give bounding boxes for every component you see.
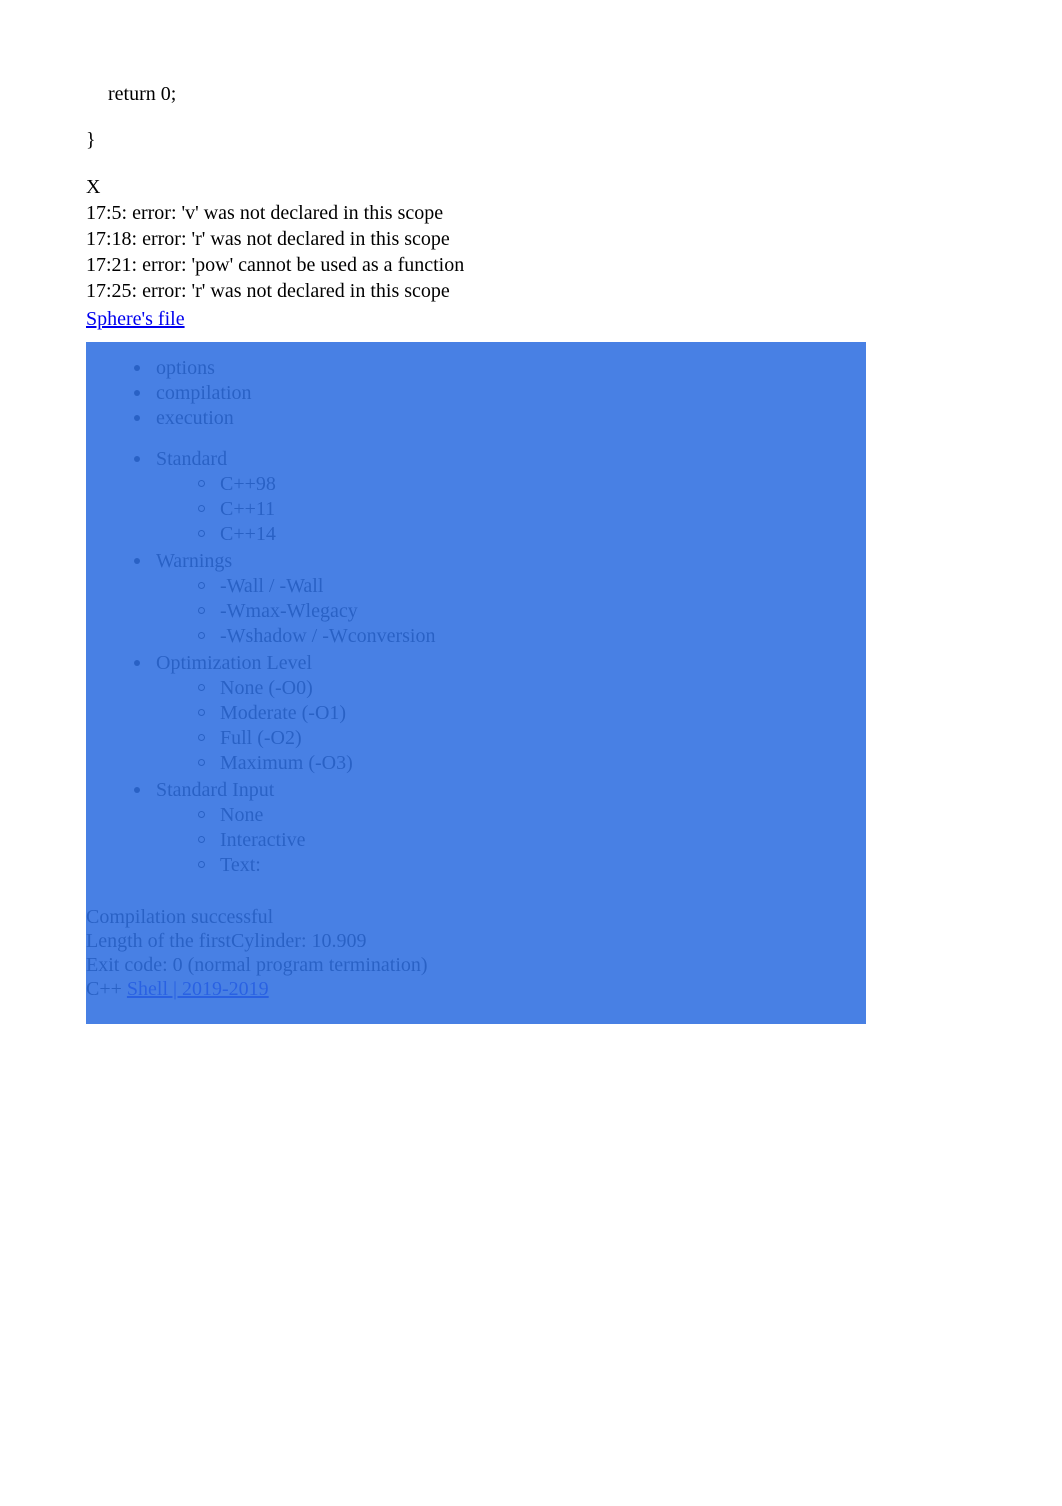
sphere-file-link[interactable]: Sphere's file bbox=[86, 308, 185, 330]
status-exitcode: Exit code: 0 (normal program termination… bbox=[86, 953, 1062, 977]
submenu-item[interactable]: -Wshadow / -Wconversion bbox=[204, 625, 1062, 650]
menu-label: execution bbox=[156, 407, 234, 429]
menu-label: Standard Input bbox=[156, 779, 274, 801]
menu-item-options[interactable]: options bbox=[140, 357, 1062, 382]
menu-label: Optimization Level bbox=[156, 652, 312, 674]
status-compilation: Compilation successful bbox=[86, 905, 1062, 929]
submenu-item[interactable]: C++14 bbox=[204, 523, 1062, 548]
status-footer: Compilation successful Length of the fir… bbox=[86, 905, 1062, 1001]
submenu-label: -Wshadow / -Wconversion bbox=[220, 625, 436, 647]
menu-label: Standard bbox=[156, 448, 227, 470]
submenu-label: None bbox=[220, 804, 263, 826]
submenu-label: C++14 bbox=[220, 523, 276, 545]
menu-label: compilation bbox=[156, 382, 252, 404]
menu-item-stdin[interactable]: Standard Input None Interactive Text: bbox=[140, 779, 1062, 881]
submenu-item[interactable]: C++98 bbox=[204, 473, 1062, 498]
submenu-label: -Wall / -Wall bbox=[220, 575, 323, 597]
code-snippet: return 0; } bbox=[86, 80, 1062, 154]
menu-item-execution[interactable]: execution bbox=[140, 407, 1062, 432]
error-line: 17:18: error: 'r' was not declared in th… bbox=[86, 226, 1062, 252]
status-output: Length of the firstCylinder: 10.909 bbox=[86, 929, 1062, 953]
submenu-item[interactable]: None bbox=[204, 804, 1062, 829]
menu-item-compilation[interactable]: compilation bbox=[140, 382, 1062, 407]
submenu-item[interactable]: C++11 bbox=[204, 498, 1062, 523]
submenu-label: Full (-O2) bbox=[220, 727, 302, 749]
submenu-item[interactable]: None (-O0) bbox=[204, 677, 1062, 702]
error-line: 17:25: error: 'r' was not declared in th… bbox=[86, 278, 1062, 304]
submenu-standard: C++98 C++11 C++14 bbox=[156, 473, 1062, 548]
status-shell: C++ Shell | 2019-2019 bbox=[86, 977, 1062, 1001]
submenu-item[interactable]: -Wall / -Wall bbox=[204, 575, 1062, 600]
submenu-item[interactable]: Maximum (-O3) bbox=[204, 752, 1062, 777]
submenu-item[interactable]: Text: bbox=[204, 854, 1062, 879]
submenu-label: None (-O0) bbox=[220, 677, 313, 699]
settings-menu: Standard C++98 C++11 C++14 Warnings -Wal… bbox=[86, 448, 1062, 881]
shell-prefix: C++ bbox=[86, 978, 127, 1000]
submenu-label: Interactive bbox=[220, 829, 306, 851]
submenu-label: -Wmax-Wlegacy bbox=[220, 600, 358, 622]
menu-label: options bbox=[156, 357, 215, 379]
submenu-label: Moderate (-O1) bbox=[220, 702, 346, 724]
error-marker: X bbox=[86, 174, 1062, 200]
code-line: return 0; bbox=[86, 80, 1062, 108]
submenu-item[interactable]: -Wmax-Wlegacy bbox=[204, 600, 1062, 625]
submenu-label: Maximum (-O3) bbox=[220, 752, 353, 774]
menu-item-warnings[interactable]: Warnings -Wall / -Wall -Wmax-Wlegacy -Ws… bbox=[140, 550, 1062, 652]
submenu-warnings: -Wall / -Wall -Wmax-Wlegacy -Wshadow / -… bbox=[156, 575, 1062, 650]
submenu-item[interactable]: Interactive bbox=[204, 829, 1062, 854]
submenu-item[interactable]: Full (-O2) bbox=[204, 727, 1062, 752]
error-line: 17:5: error: 'v' was not declared in thi… bbox=[86, 200, 1062, 226]
menu-item-optimization[interactable]: Optimization Level None (-O0) Moderate (… bbox=[140, 652, 1062, 779]
menu-label: Warnings bbox=[156, 550, 232, 572]
submenu-label: C++11 bbox=[220, 498, 275, 520]
compiler-errors: X 17:5: error: 'v' was not declared in t… bbox=[86, 174, 1062, 304]
error-line: 17:21: error: 'pow' cannot be used as a … bbox=[86, 252, 1062, 278]
submenu-optimization: None (-O0) Moderate (-O1) Full (-O2) Max… bbox=[156, 677, 1062, 777]
options-menu: options compilation execution bbox=[86, 357, 1062, 432]
submenu-label: C++98 bbox=[220, 473, 276, 495]
submenu-stdin: None Interactive Text: bbox=[156, 804, 1062, 879]
submenu-label: Text: bbox=[220, 854, 261, 876]
menu-item-standard[interactable]: Standard C++98 C++11 C++14 bbox=[140, 448, 1062, 550]
submenu-item[interactable]: Moderate (-O1) bbox=[204, 702, 1062, 727]
code-line: } bbox=[86, 126, 1062, 154]
shell-link[interactable]: Shell | 2019-2019 bbox=[127, 978, 269, 1000]
